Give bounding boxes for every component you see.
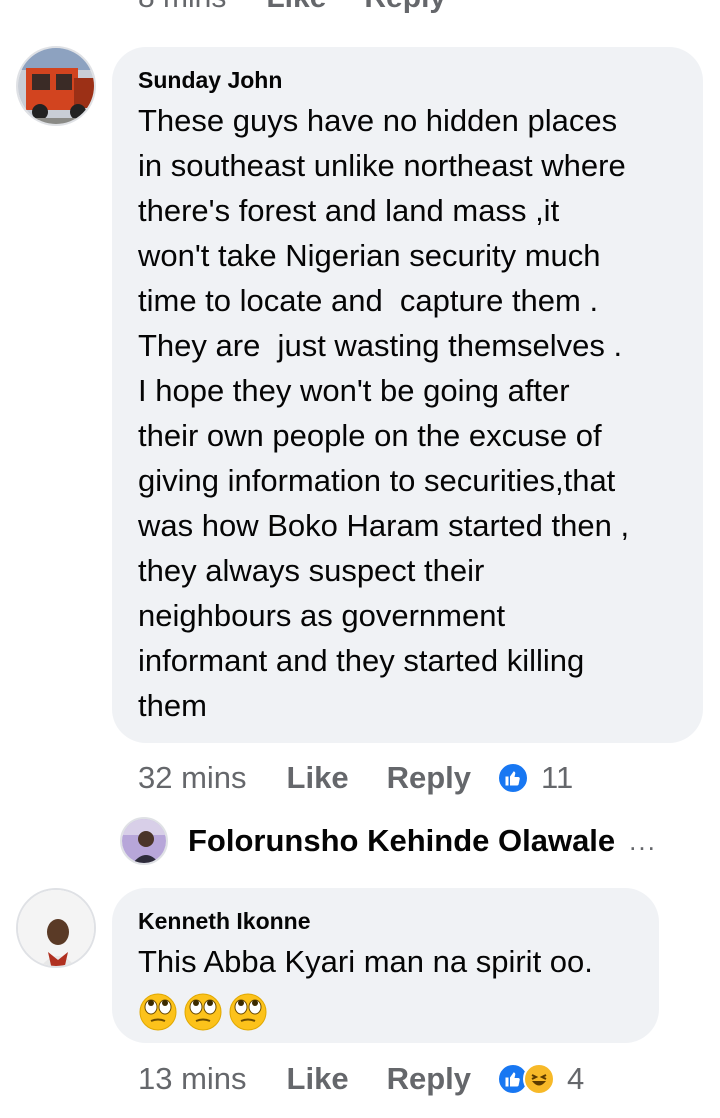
more-indicator: ...: [629, 825, 657, 856]
comment-author[interactable]: Sunday John: [138, 65, 677, 95]
comment-text-line: This Abba Kyari man na spirit oo.: [138, 944, 593, 979]
comment-text-line: their own people on the excuse of: [138, 418, 602, 453]
comment-text-line: won't take Nigerian security much: [138, 238, 601, 273]
face-with-rolling-eyes-icon: [139, 993, 177, 1031]
reply-preview[interactable]: Folorunsho Kehinde Olawale ...: [120, 816, 657, 866]
comment-text-line: These guys have no hidden places: [138, 103, 618, 138]
reply-button[interactable]: Reply: [364, 0, 446, 15]
comment-timestamp: 13 mins: [138, 1061, 247, 1096]
person-photo-avatar-icon: [122, 819, 166, 863]
comment-author[interactable]: Kenneth Ikonne: [138, 906, 633, 936]
reply-button[interactable]: Reply: [387, 1061, 471, 1097]
comment-text: These guys have no hidden places in sout…: [138, 98, 677, 728]
emoji-row: [138, 992, 633, 1032]
haha-icon: [523, 1063, 555, 1095]
comment-actions: 32 mins Like Reply 11: [138, 756, 573, 800]
comment-timestamp: 32 mins: [138, 760, 247, 795]
comment-text: This Abba Kyari man na spirit oo.: [138, 939, 633, 984]
comment-actions: 13 mins Like Reply 4: [138, 1057, 584, 1101]
comment-bubble[interactable]: Kenneth Ikonne This Abba Kyari man na sp…: [112, 888, 659, 1043]
comment-text-line: I hope they won't be going after: [138, 373, 570, 408]
comments-thread: 8 mins Like Reply Sunday John These guys…: [0, 0, 720, 1118]
reactions-summary[interactable]: 11: [497, 760, 573, 796]
reactions-summary[interactable]: 4: [497, 1061, 584, 1097]
like-button[interactable]: Like: [287, 1061, 349, 1097]
comment-text-line: informant and they started killing: [138, 643, 585, 678]
comment-text-line: in southeast unlike northeast where: [138, 148, 626, 183]
person-photo-avatar-icon: [18, 890, 94, 966]
comment-text-line: they always suspect their: [138, 553, 485, 588]
reaction-count: 4: [567, 1061, 585, 1096]
comment-text-line: them: [138, 688, 207, 723]
reply-author[interactable]: Folorunsho Kehinde Olawale: [188, 823, 615, 859]
previous-comment-actions: 8 mins Like Reply: [138, 0, 484, 18]
truck-photo-avatar-icon: [18, 48, 94, 124]
like-button[interactable]: Like: [287, 760, 349, 796]
like-button[interactable]: Like: [266, 0, 326, 15]
comment-text-line: neighbours as government: [138, 598, 506, 633]
avatar[interactable]: [16, 888, 96, 968]
face-with-rolling-eyes-icon: [184, 993, 222, 1031]
face-with-rolling-eyes-icon: [229, 993, 267, 1031]
comment-timestamp: 8 mins: [138, 0, 226, 15]
avatar[interactable]: [120, 817, 168, 865]
comment-text-line: there's forest and land mass ,it: [138, 193, 560, 228]
like-icon: [497, 762, 529, 794]
comment-text-line: was how Boko Haram started then ,: [138, 508, 630, 543]
comment-bubble[interactable]: Sunday John These guys have no hidden pl…: [112, 47, 703, 743]
comment-text-line: They are just wasting themselves .: [138, 328, 623, 363]
comment-text-line: giving information to securities,that: [138, 463, 616, 498]
reply-button[interactable]: Reply: [387, 760, 471, 796]
reaction-count: 11: [541, 760, 574, 795]
avatar[interactable]: [16, 46, 96, 126]
comment-text-line: time to locate and capture them .: [138, 283, 599, 318]
